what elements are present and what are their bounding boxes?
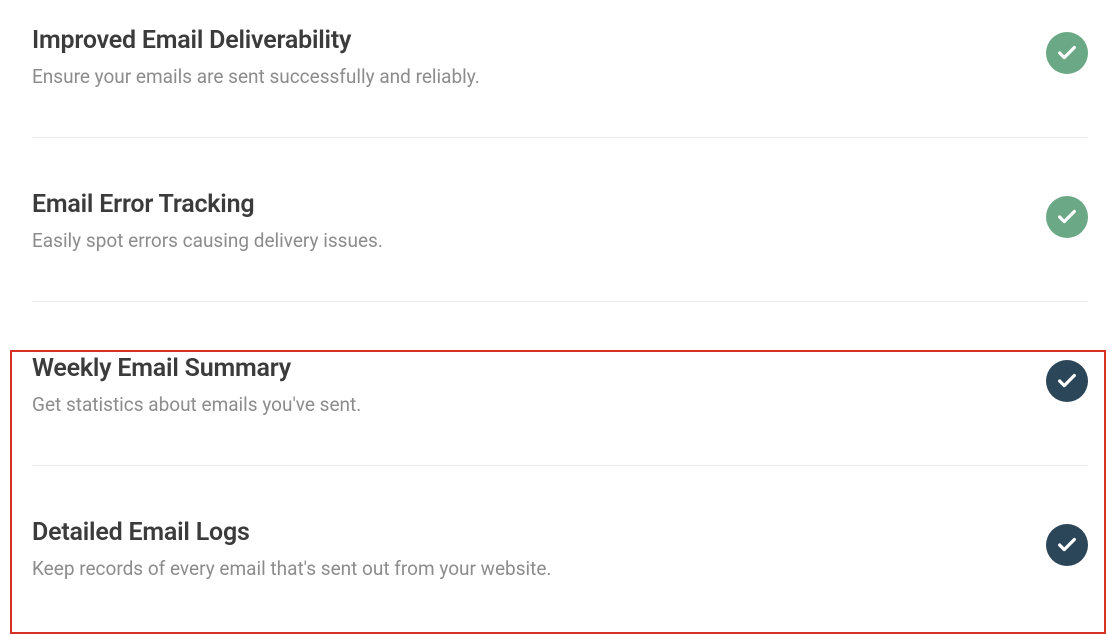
feature-text: Weekly Email Summary Get statistics abou… xyxy=(32,354,1046,416)
feature-title: Weekly Email Summary xyxy=(32,354,1046,383)
feature-text: Improved Email Deliverability Ensure you… xyxy=(32,26,1046,88)
checkmark-icon xyxy=(1046,32,1088,74)
feature-row-detailed-logs: Detailed Email Logs Keep records of ever… xyxy=(32,466,1088,588)
feature-text: Email Error Tracking Easily spot errors … xyxy=(32,190,1046,252)
feature-row-error-tracking: Email Error Tracking Easily spot errors … xyxy=(32,138,1088,302)
feature-title: Detailed Email Logs xyxy=(32,518,1046,547)
features-list: Improved Email Deliverability Ensure you… xyxy=(0,0,1116,588)
checkmark-icon xyxy=(1046,524,1088,566)
feature-row-weekly-summary: Weekly Email Summary Get statistics abou… xyxy=(32,302,1088,466)
feature-title: Email Error Tracking xyxy=(32,190,1046,219)
feature-description: Easily spot errors causing delivery issu… xyxy=(32,229,1046,252)
checkmark-icon xyxy=(1046,196,1088,238)
feature-description: Ensure your emails are sent successfully… xyxy=(32,65,1046,88)
feature-text: Detailed Email Logs Keep records of ever… xyxy=(32,518,1046,580)
feature-title: Improved Email Deliverability xyxy=(32,26,1046,55)
feature-description: Get statistics about emails you've sent. xyxy=(32,393,1046,416)
feature-row-deliverability: Improved Email Deliverability Ensure you… xyxy=(32,26,1088,138)
feature-description: Keep records of every email that's sent … xyxy=(32,557,1046,580)
checkmark-icon xyxy=(1046,360,1088,402)
